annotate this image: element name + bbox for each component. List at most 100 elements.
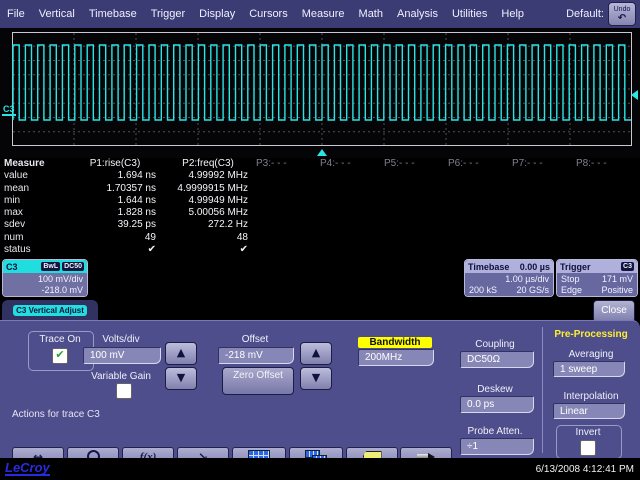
channel-box-name: C3 (6, 262, 18, 272)
probe-atten-field[interactable]: ÷1 (460, 438, 534, 455)
timebase-delay: 0.00 µs (520, 262, 550, 272)
measure-row-min: min 1.644 ns 4.99949 MHz (2, 195, 638, 207)
p1-status-check-icon: ✔ (68, 244, 162, 256)
trigger-descriptor-box[interactable]: Trigger C3 Stop 171 mV Edge Positive (556, 259, 638, 297)
volts-div-down-button[interactable]: ▼ (165, 367, 197, 390)
waveform-svg (12, 32, 634, 150)
averaging-label: Averaging (546, 349, 636, 360)
p2-num: 48 (162, 232, 254, 244)
measure-p5-header[interactable]: P5:- - - (382, 158, 446, 170)
menu-trigger[interactable]: Trigger (144, 8, 192, 20)
p1-max: 1.828 ns (68, 207, 162, 219)
p2-value: 4.99992 MHz (162, 170, 254, 182)
p1-mean: 1.70357 ns (68, 183, 162, 195)
offset-down-button[interactable]: ▼ (300, 367, 332, 390)
trigger-level-marker[interactable] (631, 90, 638, 100)
trigger-level: 171 mV (602, 274, 633, 285)
trigger-source-badge: C3 (621, 262, 634, 271)
preprocessing-divider (542, 327, 543, 453)
measure-p6-header[interactable]: P6:- - - (446, 158, 510, 170)
p2-status-check-icon: ✔ (162, 244, 254, 256)
variable-gain-checkbox[interactable] (116, 383, 132, 399)
undo-icon: ↶ (618, 13, 626, 24)
channel-c3-descriptor-box[interactable]: C3 BwL DC50 100 mV/div -218.0 mV (2, 259, 88, 297)
menu-math[interactable]: Math (352, 8, 390, 20)
p1-value: 1.694 ns (68, 170, 162, 182)
lecroy-logo: LeCroy (5, 461, 50, 476)
channel-baseline-marker[interactable]: C3 (2, 104, 16, 116)
measure-row-mean: mean 1.70357 ns 4.9999915 MHz (2, 183, 638, 195)
variable-gain-label: Variable Gain (78, 371, 164, 382)
probe-atten-label: Probe Atten. (452, 426, 538, 437)
p2-max: 5.00056 MHz (162, 207, 254, 219)
menu-measure[interactable]: Measure (295, 8, 352, 20)
trace-on-checkbox[interactable]: ✔ (52, 348, 68, 364)
down-arrow-icon: ▼ (312, 371, 320, 384)
menu-vertical[interactable]: Vertical (32, 8, 82, 20)
measure-p4-header[interactable]: P4:- - - (318, 158, 382, 170)
p2-sdev: 272.2 Hz (162, 219, 254, 231)
zero-offset-button[interactable]: Zero Offset (222, 367, 294, 395)
measure-title: Measure (2, 158, 68, 170)
tab-label: C3 Vertical Adjust (13, 305, 87, 316)
timebase-samples: 200 kS (469, 285, 497, 296)
coupling-label: Coupling (452, 339, 538, 350)
channel-vdiv: 100 mV/div (7, 274, 83, 285)
row-label-mean: mean (2, 183, 68, 195)
bandwidth-field[interactable]: 200MHz (358, 349, 434, 366)
volts-div-field[interactable]: 100 mV (83, 347, 161, 364)
measure-p2-header[interactable]: P2:freq(C3) (162, 158, 254, 170)
p1-sdev: 39.25 ps (68, 219, 162, 231)
coupling-field[interactable]: DC50Ω (460, 351, 534, 368)
menu-timebase[interactable]: Timebase (82, 8, 144, 20)
p2-min: 4.99949 MHz (162, 195, 254, 207)
preprocessing-title: Pre-Processing (546, 329, 636, 340)
measure-p3-header[interactable]: P3:- - - (254, 158, 318, 170)
row-label-num: num (2, 232, 68, 244)
datetime-display: 6/13/2008 4:12:41 PM (536, 464, 634, 475)
default-label: Default: (566, 8, 604, 20)
c3-vertical-adjust-dialog: C3 Vertical Adjust Close Trace On ✔ Volt… (0, 300, 640, 458)
offset-label: Offset (215, 334, 295, 345)
measure-row-value: value 1.694 ns 4.99992 MHz (2, 170, 638, 182)
offset-field[interactable]: -218 mV (218, 347, 294, 364)
interpolation-label: Interpolation (546, 391, 636, 402)
down-arrow-icon: ▼ (177, 371, 185, 384)
measure-row-num: num 49 48 (2, 232, 638, 244)
timebase-box-title: Timebase (468, 262, 509, 272)
trigger-time-marker[interactable] (317, 149, 327, 156)
oscilloscope-screen: File Vertical Timebase Trigger Display C… (0, 0, 640, 480)
row-label-sdev: sdev (2, 219, 68, 231)
deskew-field[interactable]: 0.0 ps (460, 396, 534, 413)
interpolation-field[interactable]: Linear (553, 403, 625, 419)
tab-c3-vertical-adjust[interactable]: C3 Vertical Adjust (2, 300, 98, 321)
averaging-field[interactable]: 1 sweep (553, 361, 625, 377)
measure-p8-header[interactable]: P8:- - - (574, 158, 638, 170)
row-label-value: value (2, 170, 68, 182)
measure-p7-header[interactable]: P7:- - - (510, 158, 574, 170)
offset-up-button[interactable]: ▲ (300, 342, 332, 365)
undo-button[interactable]: Undo ↶ (608, 2, 636, 26)
footer-bar: LeCroy 6/13/2008 4:12:41 PM (0, 458, 640, 480)
volts-div-up-button[interactable]: ▲ (165, 342, 197, 365)
dc50-badge: DC50 (62, 262, 84, 271)
measure-p1-header[interactable]: P1:rise(C3) (68, 158, 162, 170)
menu-file[interactable]: File (0, 8, 32, 20)
menu-cursors[interactable]: Cursors (242, 8, 295, 20)
deskew-label: Deskew (452, 384, 538, 395)
menu-analysis[interactable]: Analysis (390, 8, 445, 20)
menu-help[interactable]: Help (494, 8, 531, 20)
timebase-per-div: 1.00 µs/div (469, 274, 549, 285)
menu-display[interactable]: Display (192, 8, 242, 20)
invert-checkbox[interactable] (580, 440, 596, 456)
timebase-descriptor-box[interactable]: Timebase 0.00 µs 1.00 µs/div 200 kS 20 G… (464, 259, 554, 297)
p2-mean: 4.9999915 MHz (162, 183, 254, 195)
timebase-samplerate: 20 GS/s (516, 285, 549, 296)
measure-row-max: max 1.828 ns 5.00056 MHz (2, 207, 638, 219)
menu-utilities[interactable]: Utilities (445, 8, 494, 20)
waveform-display: C3 (0, 28, 640, 158)
menu-bar: File Vertical Timebase Trigger Display C… (0, 0, 640, 28)
measure-table: Measure P1:rise(C3) P2:freq(C3) P3:- - -… (2, 158, 638, 256)
p1-num: 49 (68, 232, 162, 244)
bwl-badge: BwL (41, 262, 60, 271)
